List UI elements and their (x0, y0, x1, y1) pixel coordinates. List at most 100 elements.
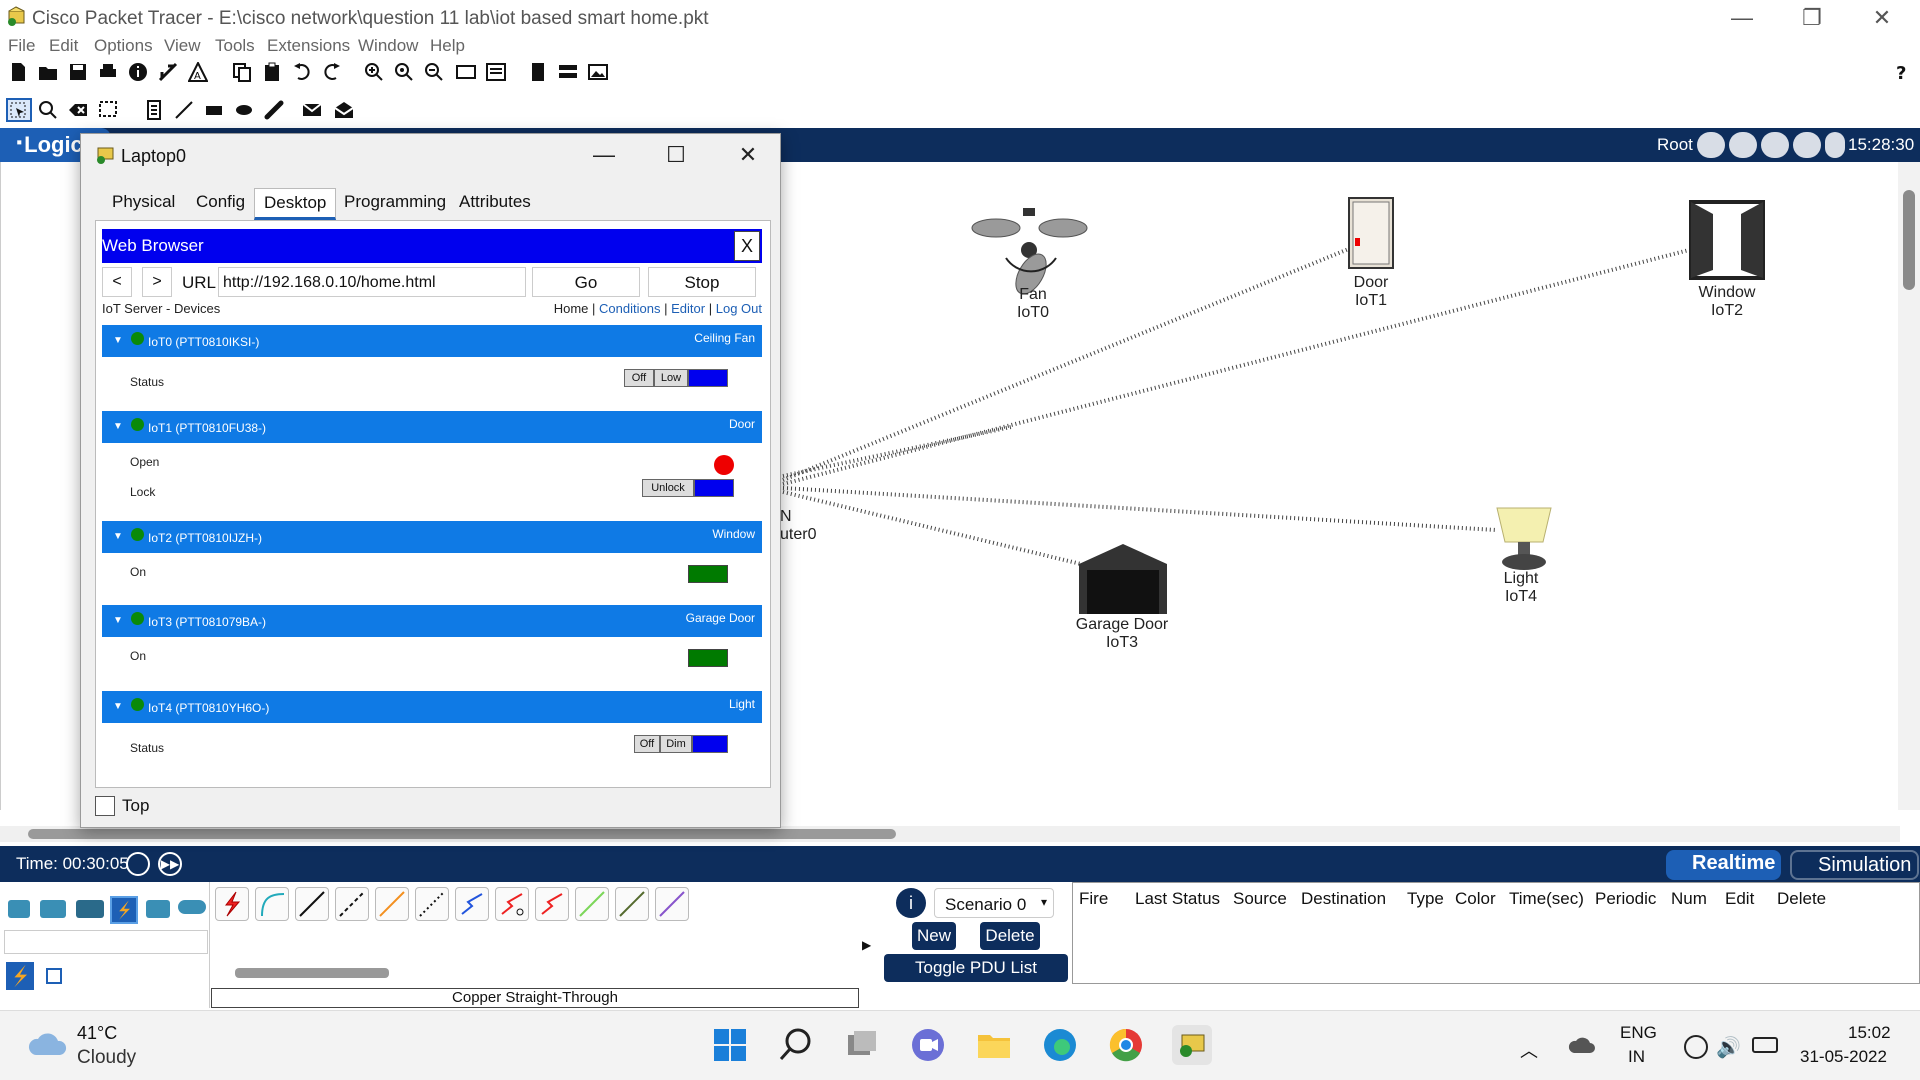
draw-ellipse-icon[interactable] (234, 100, 254, 120)
vertical-scrollbar[interactable] (1898, 162, 1920, 810)
menu-window[interactable]: Window (358, 36, 418, 56)
vertical-scroll-thumb[interactable] (1903, 190, 1915, 290)
tab-physical[interactable]: Physical (103, 188, 184, 216)
menu-options[interactable]: Options (94, 36, 153, 56)
realtime-button[interactable]: Realtime (1666, 850, 1782, 880)
scenario-info-icon[interactable]: i (896, 888, 926, 918)
iot-header[interactable]: ▼ IoT2 (PTT0810IJZH-) Window (102, 521, 762, 553)
light-off-button[interactable]: Off (634, 735, 660, 753)
move-object-icon[interactable] (1761, 132, 1789, 158)
weather-temperature[interactable]: 41°C (77, 1023, 117, 1044)
structured-cabling-icon[interactable] (46, 968, 62, 984)
fast-forward-icon[interactable]: ▶▶ (158, 852, 182, 876)
serial-dce-icon[interactable] (495, 887, 529, 921)
close-button[interactable]: ✕ (1862, 4, 1902, 32)
place-note-icon[interactable] (144, 100, 164, 120)
viewport-icon[interactable] (1825, 132, 1845, 158)
light-device-icon[interactable] (1496, 507, 1552, 570)
activity-wizard-icon[interactable]: A (188, 62, 208, 82)
packet-tracer-taskbar-icon[interactable] (1172, 1025, 1212, 1065)
iot-header[interactable]: ▼ IoT0 (PTT0810IKSI-) Ceiling Fan (102, 325, 762, 357)
tab-config[interactable]: Config (187, 188, 254, 216)
set-background-icon[interactable] (1793, 132, 1821, 158)
usb-cable-icon[interactable] (655, 887, 689, 921)
cloud-icon[interactable] (1729, 132, 1757, 158)
volume-icon[interactable]: 🔊 (1716, 1035, 1741, 1060)
link-conditions[interactable]: Conditions (599, 301, 660, 316)
garage-door-on-toggle[interactable] (688, 649, 728, 667)
menu-file[interactable]: File (8, 36, 35, 56)
teams-chat-icon[interactable] (908, 1025, 948, 1065)
open-folder-icon[interactable] (38, 62, 58, 82)
miscellaneous-icon[interactable] (146, 900, 170, 918)
coaxial-cable-icon[interactable] (455, 887, 489, 921)
expand-arrow-icon[interactable]: ▶ (862, 938, 871, 952)
redo-icon[interactable] (322, 62, 342, 82)
network-globe-icon[interactable] (1684, 1035, 1708, 1059)
cable-list-scrollbar[interactable] (231, 968, 831, 978)
copy-icon[interactable] (232, 62, 252, 82)
horizontal-scroll-thumb[interactable] (28, 829, 896, 839)
iot-header[interactable]: ▼ IoT4 (PTT0810YH6O-) Light (102, 691, 762, 723)
stop-button[interactable]: Stop (648, 267, 756, 297)
undo-icon[interactable] (292, 62, 312, 82)
fan-high-button[interactable] (688, 369, 728, 387)
search-icon[interactable] (776, 1025, 816, 1065)
auto-cable-icon[interactable] (215, 887, 249, 921)
url-input[interactable]: http://192.168.0.10/home.html (218, 267, 526, 297)
light-on-button[interactable] (692, 735, 728, 753)
battery-icon[interactable] (1752, 1037, 1778, 1053)
console-cable-icon[interactable] (255, 887, 289, 921)
start-icon[interactable] (710, 1025, 750, 1065)
device-search-field[interactable] (4, 930, 208, 954)
onedrive-icon[interactable] (1568, 1035, 1596, 1055)
language-indicator[interactable]: ENG (1620, 1023, 1657, 1043)
multiuser-icon[interactable] (178, 900, 206, 914)
door-device-icon[interactable] (1348, 197, 1394, 269)
select-tool-icon[interactable] (6, 98, 32, 122)
iot-header[interactable]: ▼ IoT1 (PTT0810FU38-) Door (102, 411, 762, 443)
taskbar-time[interactable]: 15:02 (1848, 1023, 1891, 1043)
menu-extensions[interactable]: Extensions (267, 36, 350, 56)
file-explorer-icon[interactable] (974, 1025, 1014, 1065)
light-dim-button[interactable]: Dim (660, 735, 692, 753)
web-browser-close-button[interactable]: X (734, 231, 760, 261)
restore-button[interactable]: ❐ (1792, 4, 1832, 32)
delete-scenario-button[interactable]: Delete (980, 922, 1040, 950)
top-checkbox[interactable] (95, 796, 115, 816)
copper-cross-over-icon[interactable] (335, 887, 369, 921)
taskbar-date[interactable]: 31-05-2022 (1800, 1047, 1887, 1067)
resize-tool-icon[interactable] (98, 100, 118, 120)
fiber-icon[interactable] (375, 887, 409, 921)
draw-line-icon[interactable] (174, 100, 194, 120)
menu-edit[interactable]: Edit (49, 36, 78, 56)
complex-pdu-icon[interactable] (334, 100, 354, 120)
chevron-up-icon[interactable]: ︿ (1520, 1037, 1538, 1063)
print-icon[interactable] (98, 62, 118, 82)
zoom-reset-icon[interactable] (394, 62, 414, 82)
garage-door-device-icon[interactable] (1079, 544, 1167, 614)
dialog-minimize-button[interactable]: — (589, 142, 619, 168)
copper-straight-through-icon[interactable] (295, 887, 329, 921)
chrome-browser-icon[interactable] (1106, 1025, 1146, 1065)
dialog-close-button[interactable]: ✕ (733, 142, 763, 168)
back-arrow-icon[interactable] (1697, 132, 1725, 158)
server-icon[interactable] (558, 62, 578, 82)
phone-cable-icon[interactable] (415, 887, 449, 921)
iot-header[interactable]: ▼ IoT3 (PTT081079BA-) Garage Door (102, 605, 762, 637)
go-button[interactable]: Go (532, 267, 640, 297)
door-unlock-button[interactable]: Unlock (642, 479, 694, 497)
power-cycle-icon[interactable] (126, 852, 150, 876)
network-wizard-icon[interactable] (158, 62, 178, 82)
window-on-toggle[interactable] (688, 565, 728, 583)
freeform-icon[interactable] (264, 100, 284, 120)
zoom-out-icon[interactable] (424, 62, 444, 82)
save-icon[interactable] (68, 62, 88, 82)
link-logout[interactable]: Log Out (716, 301, 762, 316)
scenario-select[interactable]: Scenario 0 ▾ (934, 888, 1054, 918)
task-view-icon[interactable] (842, 1025, 882, 1065)
toggle-pdu-list-button[interactable]: Toggle PDU List Window (884, 954, 1068, 1005)
menu-help[interactable]: Help (430, 36, 465, 56)
drawing-palette-icon[interactable] (456, 62, 476, 82)
simple-pdu-icon[interactable] (302, 100, 322, 120)
